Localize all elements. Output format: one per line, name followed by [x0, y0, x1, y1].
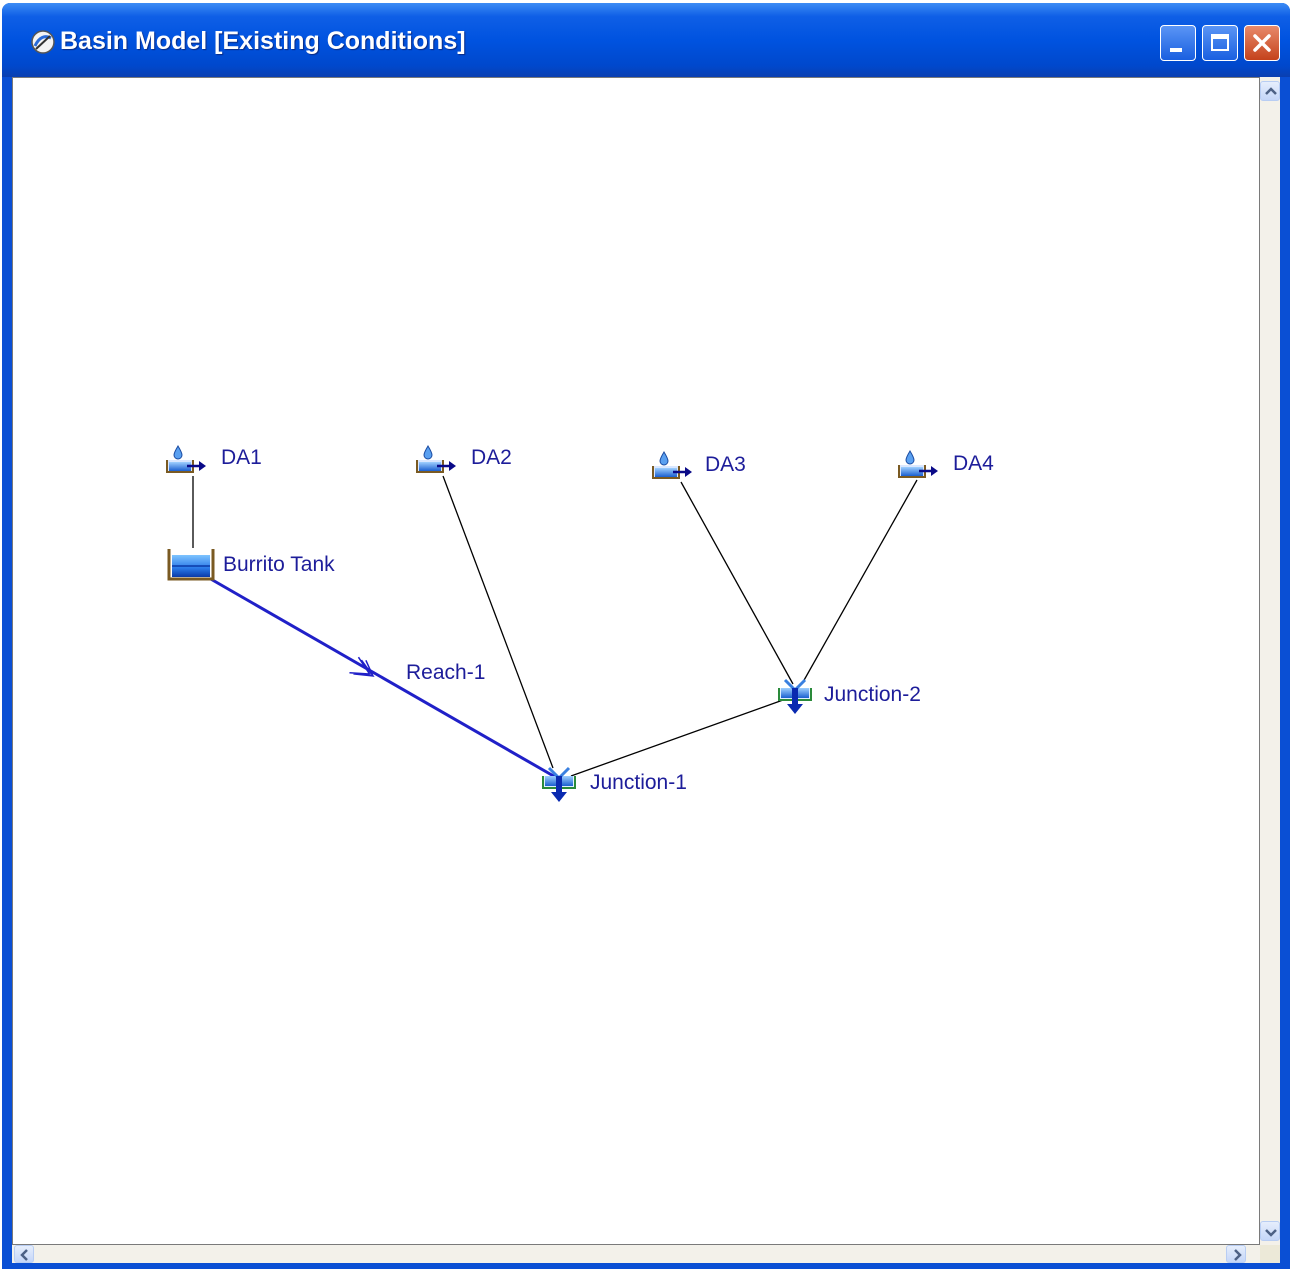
- junction-icon-junction-2[interactable]: [777, 678, 813, 716]
- subbasin-icon-da4[interactable]: [897, 449, 940, 479]
- window-title: Basin Model [Existing Conditions]: [60, 27, 466, 55]
- minimize-button[interactable]: [1160, 25, 1196, 61]
- subbasin-icon-da2[interactable]: [415, 444, 458, 474]
- title-bar[interactable]: Basin Model [Existing Conditions]: [2, 3, 1290, 77]
- close-button[interactable]: [1244, 25, 1280, 61]
- node-label-reach-1[interactable]: Reach-1: [406, 661, 485, 685]
- minimize-icon: [1170, 48, 1182, 52]
- basin-network-diagram: [165, 444, 940, 804]
- scroll-up-icon: [1265, 87, 1277, 95]
- reservoir-icon[interactable]: [167, 549, 215, 581]
- node-label-burrito-tank[interactable]: Burrito Tank: [223, 553, 335, 577]
- node-label-da3[interactable]: DA3: [705, 453, 746, 477]
- node-label-junction-1[interactable]: Junction-1: [590, 771, 687, 795]
- horizontal-scrollbar[interactable]: [12, 1245, 1260, 1263]
- scroll-down-button[interactable]: [1260, 1221, 1280, 1241]
- scroll-right-button[interactable]: [1226, 1245, 1246, 1263]
- node-label-da1[interactable]: DA1: [221, 446, 262, 470]
- scroll-left-button[interactable]: [14, 1245, 34, 1263]
- link-da3-junction-2[interactable]: [680, 481, 794, 685]
- scroll-down-icon: [1265, 1229, 1277, 1237]
- scroll-up-button[interactable]: [1260, 81, 1280, 101]
- link-junction-2-junction-1[interactable]: [570, 699, 784, 777]
- close-icon: [1253, 34, 1271, 52]
- scrollbar-corner: [1260, 1245, 1280, 1263]
- maximize-button[interactable]: [1202, 25, 1238, 61]
- link-da4-junction-2[interactable]: [802, 479, 918, 683]
- maximize-icon: [1211, 34, 1229, 51]
- basin-diagram-canvas[interactable]: DA1 DA2 DA3 DA4 Burrito Tank Reach-1 Jun…: [12, 77, 1260, 1245]
- node-label-da4[interactable]: DA4: [953, 452, 994, 476]
- subbasin-icon-da1[interactable]: [165, 444, 208, 474]
- window-client-area: DA1 DA2 DA3 DA4 Burrito Tank Reach-1 Jun…: [12, 77, 1280, 1263]
- scroll-right-icon: [1234, 1249, 1242, 1261]
- node-label-junction-2[interactable]: Junction-2: [824, 683, 921, 707]
- subbasin-icon-da3[interactable]: [651, 450, 694, 480]
- basin-model-app-icon[interactable]: [30, 29, 56, 55]
- basin-model-window: Basin Model [Existing Conditions] DA1 DA…: [2, 3, 1290, 1269]
- vertical-scrollbar[interactable]: [1260, 77, 1280, 1245]
- link-da2-junction-1[interactable]: [442, 475, 554, 769]
- node-label-da2[interactable]: DA2: [471, 446, 512, 470]
- reach-1-line[interactable]: [208, 576, 558, 780]
- scroll-left-icon: [20, 1249, 28, 1261]
